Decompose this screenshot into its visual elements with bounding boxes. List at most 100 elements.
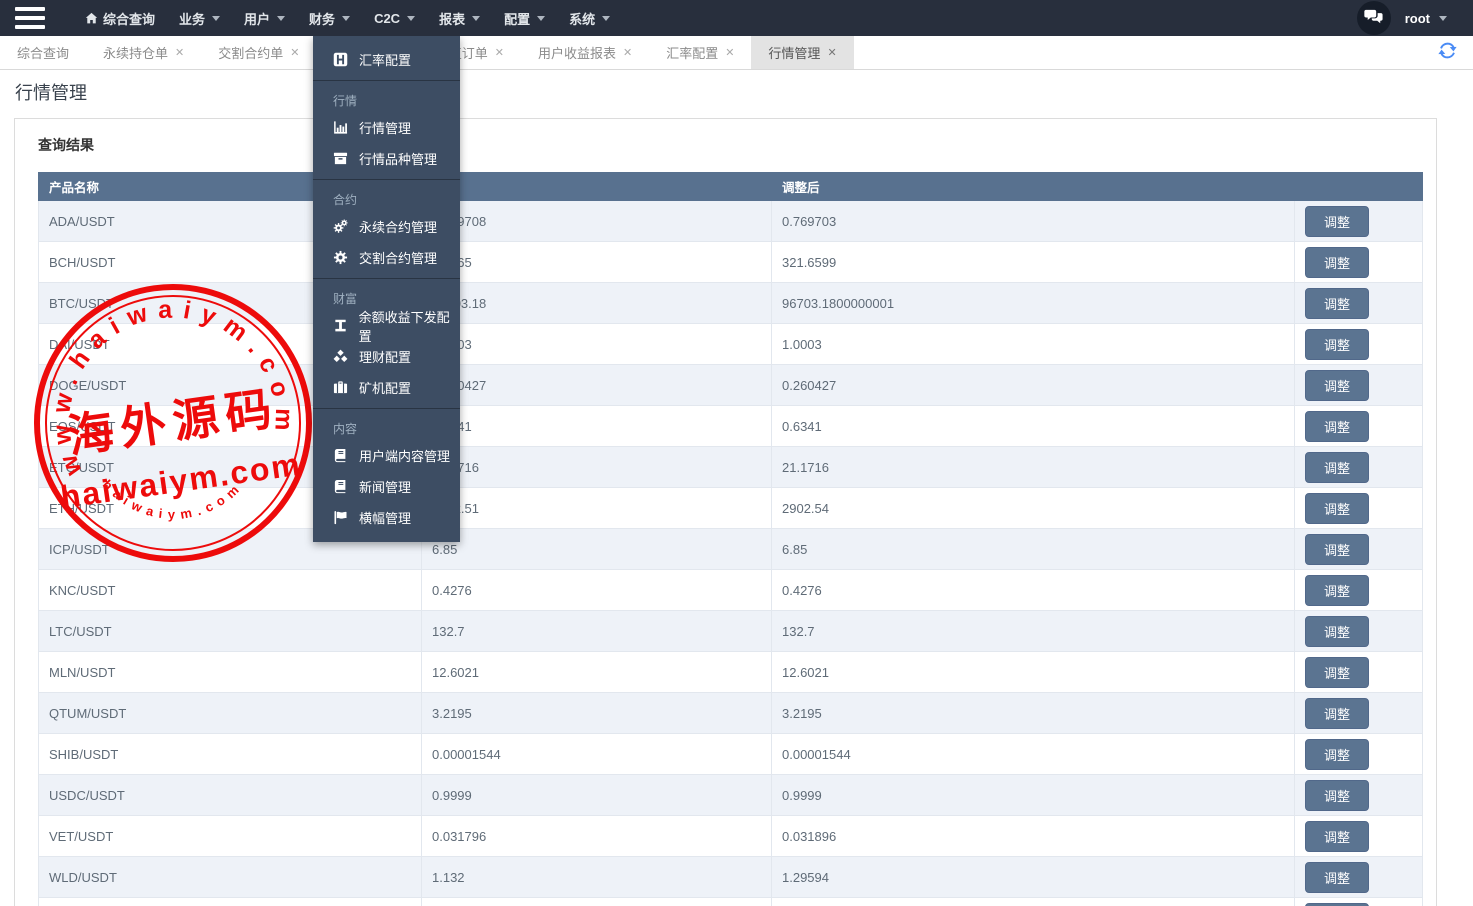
tab-exchange-rate-config[interactable]: 汇率配置 ✕ — [649, 36, 751, 69]
menu-item-wealth-config[interactable]: 理财配置 — [313, 341, 460, 372]
table-row: XRP/USDT 2.69036 2.74036 调整 — [39, 898, 1423, 906]
close-icon[interactable]: ✕ — [495, 46, 504, 59]
nav-item-label: 用户 — [244, 9, 270, 28]
nav-item-system[interactable]: 系统 — [564, 0, 615, 36]
refresh-button[interactable] — [1438, 41, 1457, 63]
cell-actions: 调整 — [1295, 324, 1423, 365]
menu-item-label: 理财配置 — [359, 347, 411, 366]
adjust-button[interactable]: 调整 — [1305, 493, 1369, 524]
cell-adjusted-value: 0.260427 — [772, 365, 1295, 406]
cell-adjusted-value: 2.74036 — [772, 898, 1295, 906]
menu-item-exchange-rate-config[interactable]: 汇率配置 — [313, 44, 460, 75]
chat-icon — [1364, 9, 1383, 27]
app-root: 综合查询 业务 用户 财务 C2C 报表 配置 系统 roo — [0, 0, 1473, 906]
menu-item-perpetual-contract-management[interactable]: 永续合约管理 — [313, 211, 460, 242]
cell-product-name: LTC/USDT — [39, 611, 422, 652]
menu-item-market-management[interactable]: 行情管理 — [313, 112, 460, 143]
nav-item-business[interactable]: 业务 — [174, 0, 225, 36]
tab-delivery-contracts[interactable]: 交割合约单 ✕ — [201, 36, 316, 69]
cell-adjusted-value: 3.2195 — [772, 693, 1295, 734]
cell-adjusted-value: 12.6021 — [772, 652, 1295, 693]
cell-actions: 调整 — [1295, 406, 1423, 447]
col-before — [422, 173, 772, 201]
table-row: DAI/USDT 1.0003 1.0003 调整 — [39, 324, 1423, 365]
close-icon[interactable]: ✕ — [725, 46, 734, 59]
nav-item-finance[interactable]: 财务 — [304, 0, 355, 36]
table-row: SHIB/USDT 0.00001544 0.00001544 调整 — [39, 734, 1423, 775]
caret-down-icon — [602, 16, 610, 21]
table-row: BCH/USDT 321.65 321.6599 调整 — [39, 242, 1423, 283]
cell-before-value: 0.00001544 — [422, 734, 772, 775]
messages-button[interactable] — [1357, 1, 1391, 35]
tab-market-management[interactable]: 行情管理 ✕ — [751, 36, 853, 69]
adjust-button[interactable]: 调整 — [1305, 329, 1369, 360]
cell-before-value: 0.9999 — [422, 775, 772, 816]
adjust-button[interactable]: 调整 — [1305, 821, 1369, 852]
cell-adjusted-value: 21.1716 — [772, 447, 1295, 488]
caret-down-icon — [537, 16, 545, 21]
cell-before-value: 0.031796 — [422, 816, 772, 857]
table-row: WLD/USDT 1.132 1.29594 调整 — [39, 857, 1423, 898]
adjust-button[interactable]: 调整 — [1305, 739, 1369, 770]
results-panel: 查询结果 产品名称 调整后 ADA/USDT 0.769708 0.769703… — [14, 118, 1437, 906]
tab-perpetual-positions[interactable]: 永续持仓单 ✕ — [86, 36, 201, 69]
username: root — [1405, 11, 1430, 26]
adjust-button[interactable]: 调整 — [1305, 452, 1369, 483]
menu-item-miner-config[interactable]: 矿机配置 — [313, 372, 460, 403]
cell-before-value: 1.132 — [422, 857, 772, 898]
menu-item-client-content-management[interactable]: 用户端内容管理 — [313, 440, 460, 471]
adjust-button[interactable]: 调整 — [1305, 247, 1369, 278]
menu-item-delivery-contract-management[interactable]: 交割合约管理 — [313, 242, 460, 273]
tab-user-profit-report[interactable]: 用户收益报表 ✕ — [521, 36, 649, 69]
close-icon[interactable]: ✕ — [623, 46, 632, 59]
cell-actions: 调整 — [1295, 570, 1423, 611]
adjust-button[interactable]: 调整 — [1305, 411, 1369, 442]
book-icon — [333, 448, 349, 463]
adjust-button[interactable]: 调整 — [1305, 862, 1369, 893]
menu-item-market-symbol-management[interactable]: 行情品种管理 — [313, 143, 460, 174]
nav-item-reports[interactable]: 报表 — [434, 0, 485, 36]
menu-item-label: 横幅管理 — [359, 508, 411, 527]
tab-label: 永续持仓单 — [103, 43, 168, 62]
adjust-button[interactable]: 调整 — [1305, 288, 1369, 319]
adjust-button[interactable]: 调整 — [1305, 903, 1369, 906]
hamburger-menu-button[interactable] — [15, 7, 45, 29]
nav-item-c2c[interactable]: C2C — [369, 0, 420, 36]
nav-item-users[interactable]: 用户 — [239, 0, 290, 36]
cell-adjusted-value: 0.769703 — [772, 201, 1295, 242]
adjust-button[interactable]: 调整 — [1305, 534, 1369, 565]
menu-item-banner-management[interactable]: 横幅管理 — [313, 502, 460, 533]
adjust-button[interactable]: 调整 — [1305, 698, 1369, 729]
cell-before-value: 0.6341 — [422, 406, 772, 447]
adjust-button[interactable]: 调整 — [1305, 657, 1369, 688]
adjust-button[interactable]: 调整 — [1305, 370, 1369, 401]
menu-section-header: 行情 — [313, 84, 460, 112]
menu-item-news-management[interactable]: 新闻管理 — [313, 471, 460, 502]
cell-actions: 调整 — [1295, 857, 1423, 898]
cell-product-name: MLN/USDT — [39, 652, 422, 693]
cell-before-value: 3.2195 — [422, 693, 772, 734]
refresh-icon — [1438, 48, 1457, 63]
nav-item-config[interactable]: 配置 — [499, 0, 550, 36]
cell-actions: 调整 — [1295, 488, 1423, 529]
adjust-button[interactable]: 调整 — [1305, 575, 1369, 606]
cell-product-name: VET/USDT — [39, 816, 422, 857]
close-icon[interactable]: ✕ — [290, 46, 299, 59]
nav-item-comprehensive-query[interactable]: 综合查询 — [80, 0, 160, 36]
cell-adjusted-value: 2902.54 — [772, 488, 1295, 529]
tab-comprehensive-query[interactable]: 综合查询 — [0, 36, 86, 69]
table-row: KNC/USDT 0.4276 0.4276 调整 — [39, 570, 1423, 611]
adjust-button[interactable]: 调整 — [1305, 616, 1369, 647]
close-icon[interactable]: ✕ — [827, 46, 836, 59]
menu-item-balance-profit-distribution-config[interactable]: 余额收益下发配置 — [313, 310, 460, 341]
user-menu[interactable]: root — [1405, 11, 1447, 26]
table-row: QTUM/USDT 3.2195 3.2195 调整 — [39, 693, 1423, 734]
cog-icon — [333, 250, 349, 265]
navbar-right: root — [1357, 1, 1473, 35]
close-icon[interactable]: ✕ — [175, 46, 184, 59]
cell-actions: 调整 — [1295, 816, 1423, 857]
cell-product-name: QTUM/USDT — [39, 693, 422, 734]
adjust-button[interactable]: 调整 — [1305, 206, 1369, 237]
adjust-button[interactable]: 调整 — [1305, 780, 1369, 811]
cell-actions: 调整 — [1295, 898, 1423, 906]
